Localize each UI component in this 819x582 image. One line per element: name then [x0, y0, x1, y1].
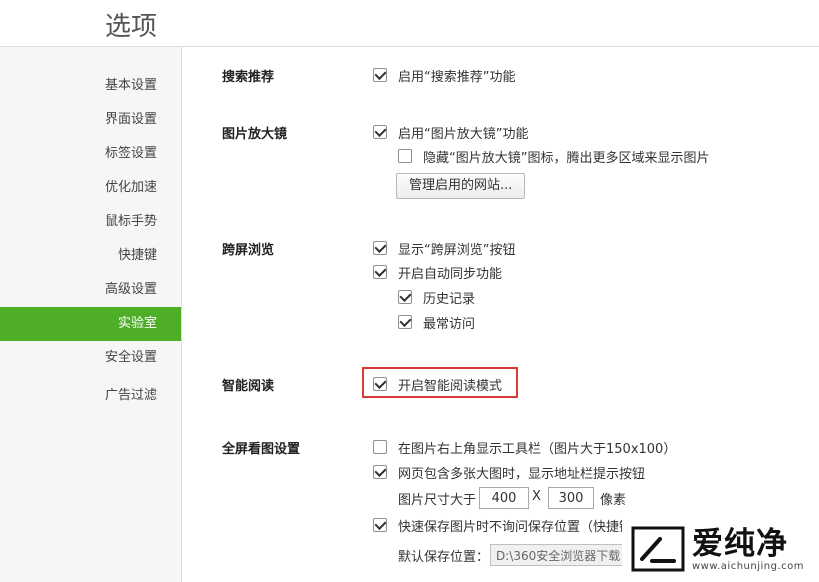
section-label-search: 搜索推荐	[222, 70, 275, 85]
checkbox[interactable]	[373, 377, 387, 391]
option-auto-sync[interactable]: 开启自动同步功能	[373, 263, 502, 282]
checkbox[interactable]	[373, 68, 387, 82]
sidebar-item-shortcuts[interactable]: 快捷键	[0, 239, 181, 273]
option-sync-most-visited[interactable]: 最常访问	[398, 313, 475, 332]
checkbox[interactable]	[398, 290, 412, 304]
checkbox[interactable]	[373, 125, 387, 139]
image-size-label: 图片尺寸大于	[398, 493, 477, 508]
section-label-smart-reading: 智能阅读	[222, 379, 275, 394]
header: 选项	[0, 0, 819, 47]
checkbox[interactable]	[373, 241, 387, 255]
sidebar-item-optimize[interactable]: 优化加速	[0, 171, 181, 205]
manage-sites-button[interactable]: 管理启用的网站...	[396, 173, 526, 199]
watermark-url: www.aichunjing.com	[692, 560, 804, 572]
sidebar-item-interface[interactable]: 界面设置	[0, 103, 181, 137]
option-address-bar-hint[interactable]: 网页包含多张大图时，显示地址栏提示按钮	[373, 463, 645, 482]
image-height-input[interactable]	[548, 487, 594, 509]
option-quick-save[interactable]: 快速保存图片时不询问保存位置（快捷键	[373, 516, 632, 535]
option-sync-history[interactable]: 历史记录	[398, 288, 475, 307]
checkbox[interactable]	[373, 518, 387, 532]
option-magnifier-hide-icon[interactable]: 隐藏“图片放大镜”图标，腾出更多区域来显示图片	[398, 147, 709, 166]
sidebar-item-mouse-gesture[interactable]: 鼠标手势	[0, 205, 181, 239]
unit-label: 像素	[600, 493, 627, 508]
option-search-recommend[interactable]: 启用“搜索推荐”功能	[373, 66, 515, 85]
watermark: 爱纯净 www.aichunjing.com	[622, 516, 819, 582]
sidebar-item-advanced[interactable]: 高级设置	[0, 273, 181, 307]
option-magnifier-enable[interactable]: 启用“图片放大镜”功能	[373, 123, 528, 142]
option-smart-reading-mode[interactable]: 开启智能阅读模式	[373, 375, 502, 394]
checkbox[interactable]	[398, 149, 412, 163]
sidebar: 基本设置 界面设置 标签设置 优化加速 鼠标手势 快捷键 高级设置 实验室 安全…	[0, 47, 182, 582]
save-path-label: 默认保存位置：	[398, 550, 490, 565]
times-sign: X	[532, 489, 541, 504]
section-label-cross-screen: 跨屏浏览	[222, 243, 275, 258]
checkbox[interactable]	[373, 440, 387, 454]
option-show-toolbar[interactable]: 在图片右上角显示工具栏（图片大于150x100）	[373, 438, 676, 457]
settings-content: 搜索推荐 启用“搜索推荐”功能 图片放大镜 启用“图片放大镜”功能 隐藏“图片放…	[182, 47, 819, 582]
option-show-cross-screen-button[interactable]: 显示“跨屏浏览”按钮	[373, 239, 515, 258]
page-title: 选项	[105, 12, 158, 42]
sidebar-item-ad-filter[interactable]: 广告过滤	[0, 379, 181, 413]
checkbox[interactable]	[373, 265, 387, 279]
sidebar-item-lab[interactable]: 实验室	[0, 307, 181, 341]
watermark-text: 爱纯净	[692, 525, 788, 562]
checkbox[interactable]	[398, 315, 412, 329]
sidebar-item-security[interactable]: 安全设置	[0, 341, 181, 375]
watermark-logo-icon	[631, 526, 685, 572]
section-label-fullscreen: 全屏看图设置	[222, 442, 301, 457]
sidebar-item-tabs[interactable]: 标签设置	[0, 137, 181, 171]
image-width-input[interactable]	[479, 487, 529, 509]
sidebar-item-basic[interactable]: 基本设置	[0, 69, 181, 103]
save-path-input[interactable]	[490, 544, 630, 566]
section-label-magnifier: 图片放大镜	[222, 127, 288, 142]
checkbox[interactable]	[373, 465, 387, 479]
